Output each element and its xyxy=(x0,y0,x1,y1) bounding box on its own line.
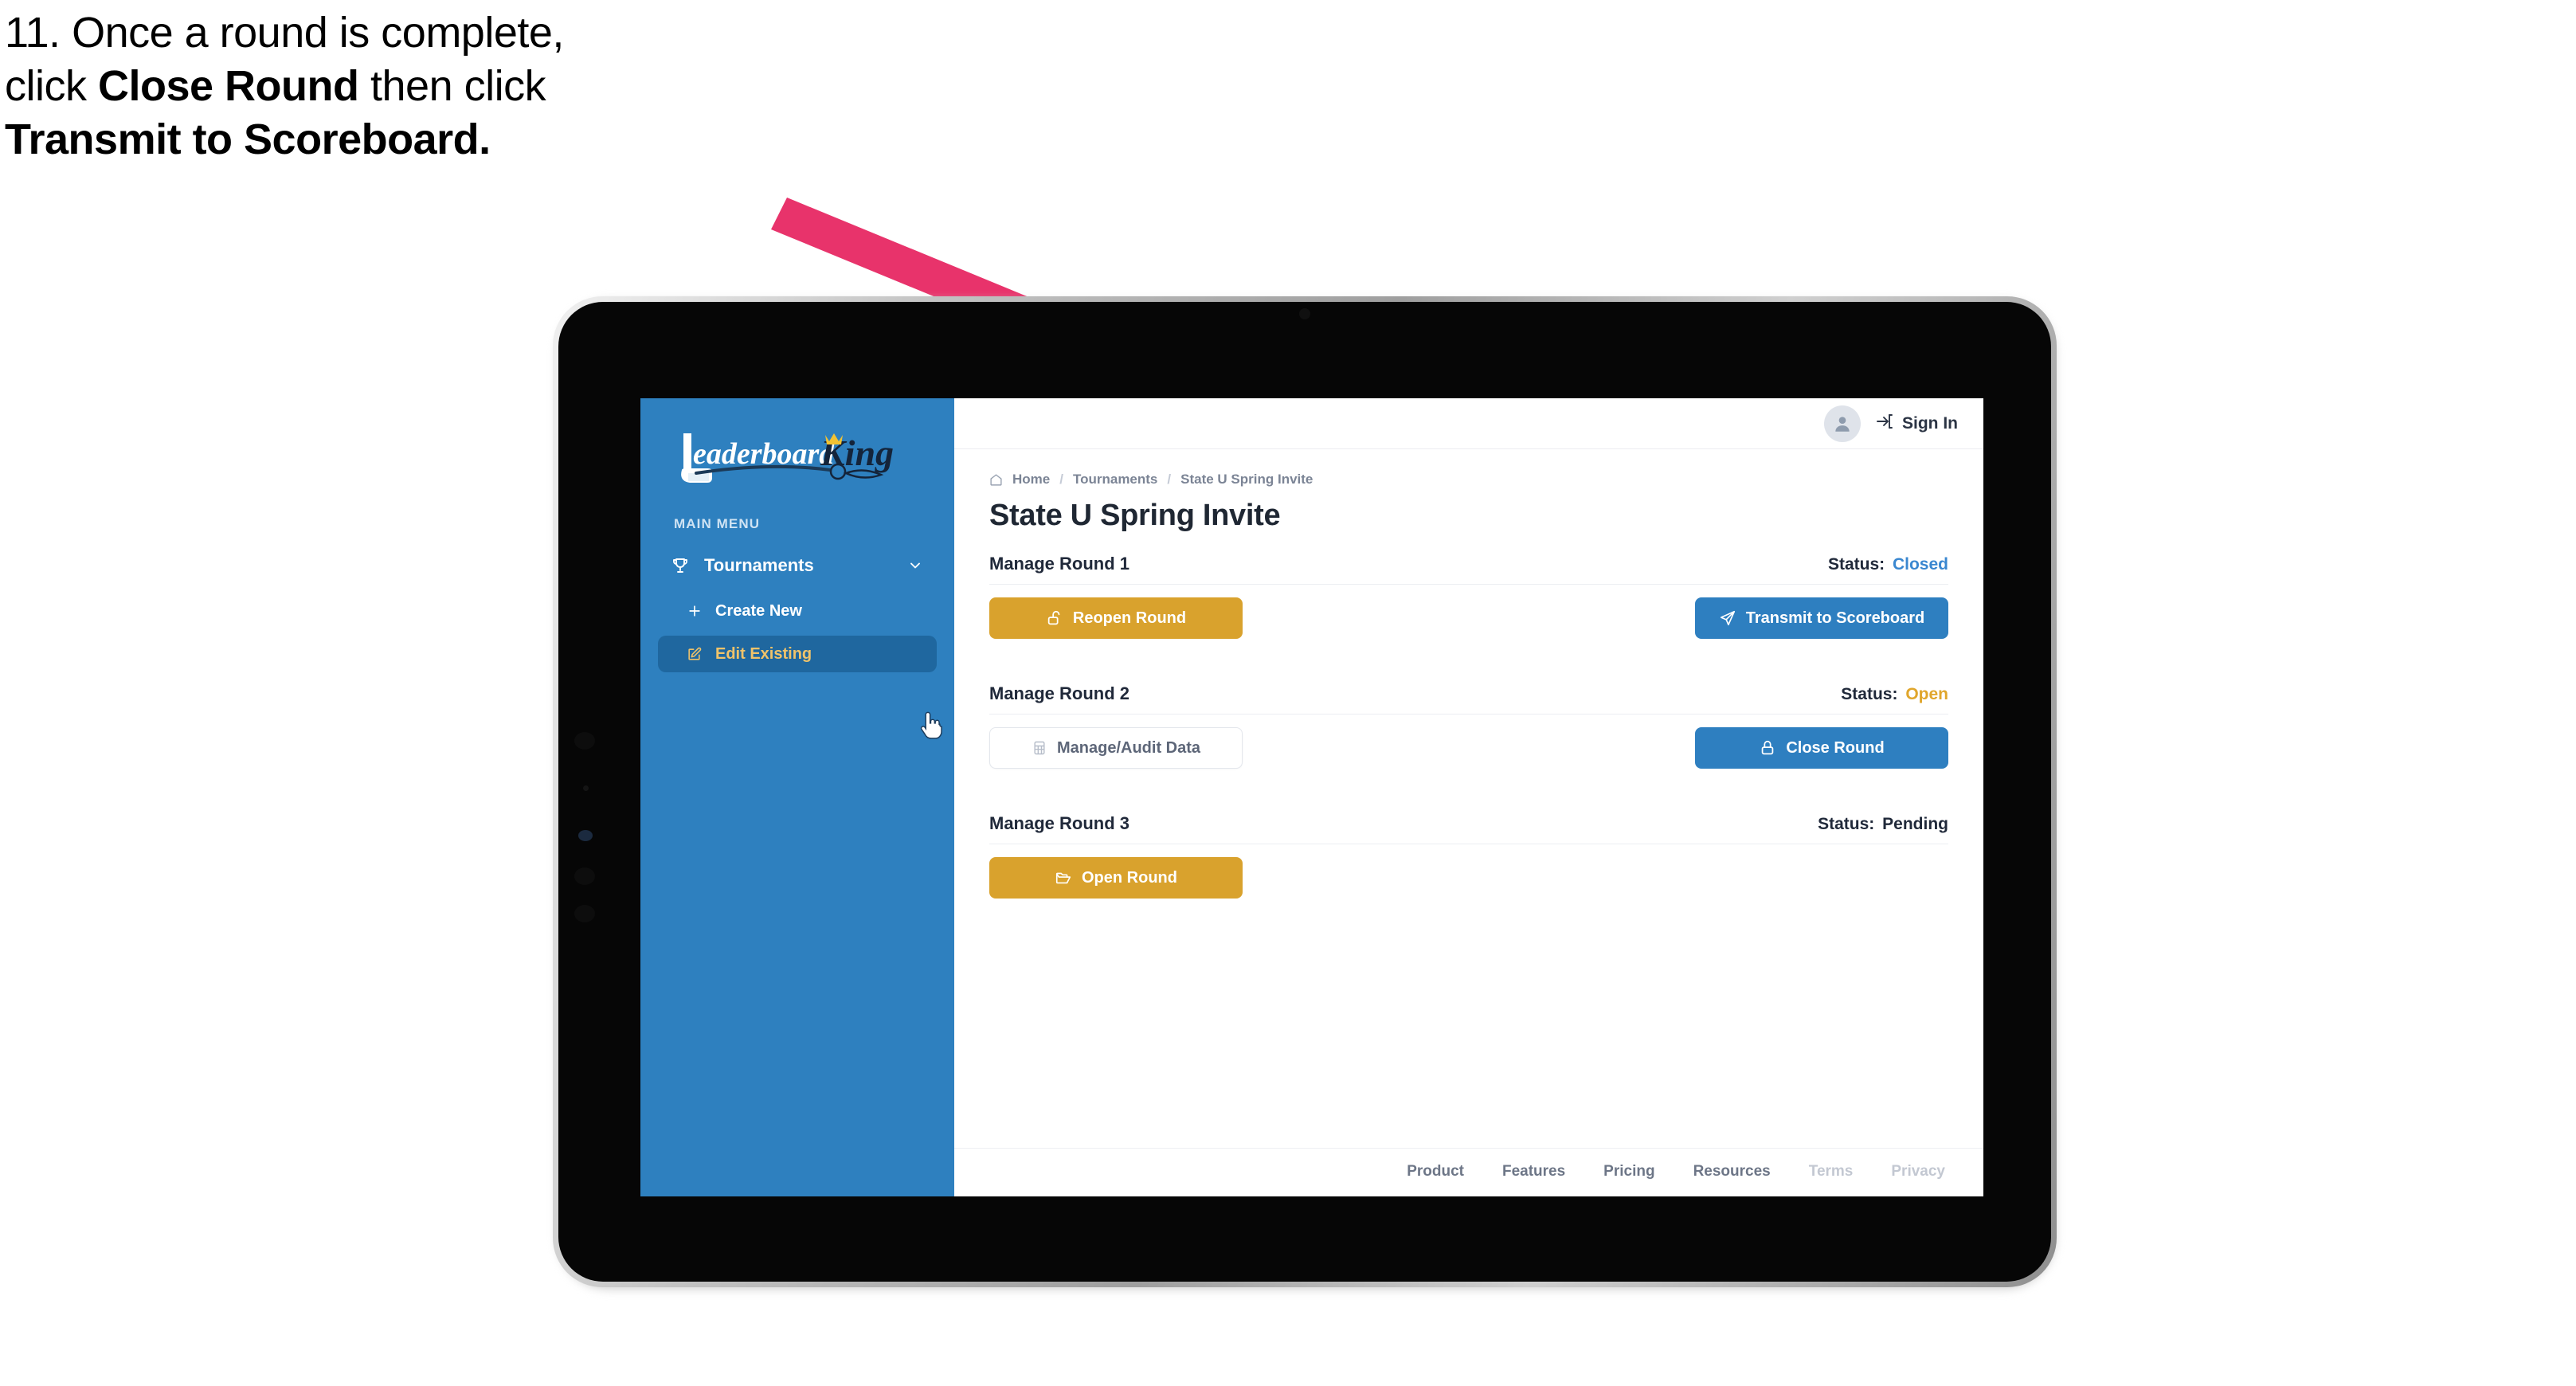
tablet-front-camera-icon xyxy=(1299,308,1310,319)
round-2-header: Manage Round 2 Status: Open xyxy=(989,683,1948,715)
sidebar-item-tournaments-label: Tournaments xyxy=(704,555,814,575)
breadcrumb-item-current: State U Spring Invite xyxy=(1180,472,1313,487)
reopen-round-label: Reopen Round xyxy=(1072,609,1187,627)
sidebar: eaderboard King MAIN MENU Tournaments Cr… xyxy=(640,398,954,1196)
avatar[interactable] xyxy=(1824,405,1861,442)
lock-icon xyxy=(1759,739,1776,757)
login-arrow-icon xyxy=(1875,412,1894,436)
round-3-status-label: Status: xyxy=(1818,815,1875,833)
breadcrumb-item-tournaments[interactable]: Tournaments xyxy=(1073,472,1157,487)
sidebar-item-edit-existing[interactable]: Edit Existing xyxy=(658,636,937,672)
paper-plane-icon xyxy=(1719,609,1736,627)
manage-audit-data-button[interactable]: Manage/Audit Data xyxy=(989,727,1243,769)
caption-emphasis-transmit: Transmit to Scoreboard. xyxy=(5,116,491,164)
round-2-actions: Manage/Audit Data Close Round xyxy=(989,715,1948,769)
round-2-status-label: Status: xyxy=(1841,685,1898,703)
round-2-status: Status: Open xyxy=(1841,685,1948,704)
reopen-round-button[interactable]: Reopen Round xyxy=(989,597,1243,639)
close-round-label: Close Round xyxy=(1786,738,1885,757)
close-round-button[interactable]: Close Round xyxy=(1695,727,1948,769)
home-icon[interactable] xyxy=(989,473,1003,487)
breadcrumb-separator-2: / xyxy=(1167,472,1172,487)
caption-line-3: Transmit to Scoreboard. xyxy=(5,118,849,162)
breadcrumb-separator-1: / xyxy=(1059,472,1063,487)
caption-emphasis-close-round: Close Round xyxy=(98,62,359,111)
footer: Product Features Pricing Resources Terms… xyxy=(954,1148,1983,1196)
trophy-icon xyxy=(671,556,695,575)
round-1-status-label: Status: xyxy=(1827,555,1885,574)
tablet-side-button-icon xyxy=(574,867,595,885)
round-1-title: Manage Round 1 xyxy=(989,554,1130,574)
tablet-side-led-icon xyxy=(578,830,593,841)
instruction-caption: 11. Once a round is complete, click Clos… xyxy=(5,9,849,171)
caption-line-2-suffix: then click xyxy=(358,62,546,111)
footer-link-product[interactable]: Product xyxy=(1407,1163,1464,1180)
mouse-cursor-pointer-icon xyxy=(920,711,942,739)
open-round-button[interactable]: Open Round xyxy=(989,857,1243,899)
content-area: Home / Tournaments / State U Spring Invi… xyxy=(954,449,1983,1148)
chevron-down-icon[interactable] xyxy=(906,558,924,574)
breadcrumb: Home / Tournaments / State U Spring Invi… xyxy=(989,472,1948,487)
round-3-status: Status: Pending xyxy=(1818,815,1948,834)
round-block-1: Manage Round 1 Status: Closed Reopen Rou… xyxy=(989,554,1948,639)
sign-in-label: Sign In xyxy=(1902,413,1958,433)
footer-link-resources[interactable]: Resources xyxy=(1693,1163,1771,1180)
open-round-label: Open Round xyxy=(1082,868,1177,887)
breadcrumb-item-home[interactable]: Home xyxy=(1012,472,1050,487)
caption-line-1: 11. Once a round is complete, xyxy=(5,9,564,57)
round-2-status-value: Open xyxy=(1905,685,1948,703)
sidebar-section-label: MAIN MENU xyxy=(674,516,761,531)
plus-icon xyxy=(687,603,709,619)
caption-line-2: click Close Round then click xyxy=(5,65,849,108)
round-1-status-value: Closed xyxy=(1892,555,1948,574)
transmit-to-scoreboard-button[interactable]: Transmit to Scoreboard xyxy=(1695,597,1948,639)
footer-link-pricing[interactable]: Pricing xyxy=(1603,1163,1654,1180)
manage-audit-data-label: Manage/Audit Data xyxy=(1056,738,1201,757)
footer-link-terms[interactable]: Terms xyxy=(1809,1163,1854,1180)
footer-link-privacy[interactable]: Privacy xyxy=(1891,1163,1945,1180)
main-panel: Sign In Home / Tournaments / State U Spr… xyxy=(954,398,1983,1196)
topbar: Sign In xyxy=(954,398,1983,449)
app-logo[interactable]: eaderboard King xyxy=(640,416,954,499)
round-1-header: Manage Round 1 Status: Closed xyxy=(989,554,1948,585)
tablet-side-button-2-icon xyxy=(574,905,595,922)
tablet-side-sensor-icon xyxy=(574,732,595,750)
table-grid-icon xyxy=(1032,740,1047,756)
transmit-to-scoreboard-label: Transmit to Scoreboard xyxy=(1745,609,1925,627)
footer-link-features[interactable]: Features xyxy=(1502,1163,1565,1180)
caption-line-2-prefix: click xyxy=(5,62,98,111)
round-block-2: Manage Round 2 Status: Open Manage/Audit… xyxy=(989,683,1948,769)
round-3-status-value: Pending xyxy=(1882,815,1948,833)
sidebar-item-edit-existing-label: Edit Existing xyxy=(715,644,812,663)
sidebar-item-tournaments[interactable]: Tournaments xyxy=(658,545,937,586)
sidebar-item-create-new[interactable]: Create New xyxy=(658,593,937,629)
round-1-status: Status: Closed xyxy=(1828,555,1948,574)
round-2-title: Manage Round 2 xyxy=(989,683,1130,703)
screenshot-root: 11. Once a round is complete, click Clos… xyxy=(0,0,2576,1386)
tablet-bezel: eaderboard King MAIN MENU Tournaments Cr… xyxy=(553,296,2057,1287)
sign-in-button[interactable]: Sign In xyxy=(1875,412,1958,436)
app-screen: eaderboard King MAIN MENU Tournaments Cr… xyxy=(640,398,1983,1196)
edit-pencil-icon xyxy=(687,647,709,662)
round-3-actions: Open Round xyxy=(989,844,1948,899)
leaderboard-king-logo-icon: eaderboard King xyxy=(681,433,894,483)
unlock-icon xyxy=(1046,609,1063,627)
round-block-3: Manage Round 3 Status: Pending Open Roun… xyxy=(989,813,1948,899)
sidebar-item-create-new-label: Create New xyxy=(715,601,802,620)
tablet-body: eaderboard King MAIN MENU Tournaments Cr… xyxy=(558,302,2051,1282)
page-title: State U Spring Invite xyxy=(989,499,1281,532)
open-folder-icon xyxy=(1055,869,1072,887)
tablet-side-dot-icon xyxy=(583,785,589,791)
round-3-header: Manage Round 3 Status: Pending xyxy=(989,813,1948,844)
user-avatar-icon xyxy=(1835,416,1850,432)
svg-text:King: King xyxy=(820,433,894,473)
round-3-title: Manage Round 3 xyxy=(989,813,1130,833)
round-1-actions: Reopen Round Transmit to Scoreboard xyxy=(989,585,1948,639)
